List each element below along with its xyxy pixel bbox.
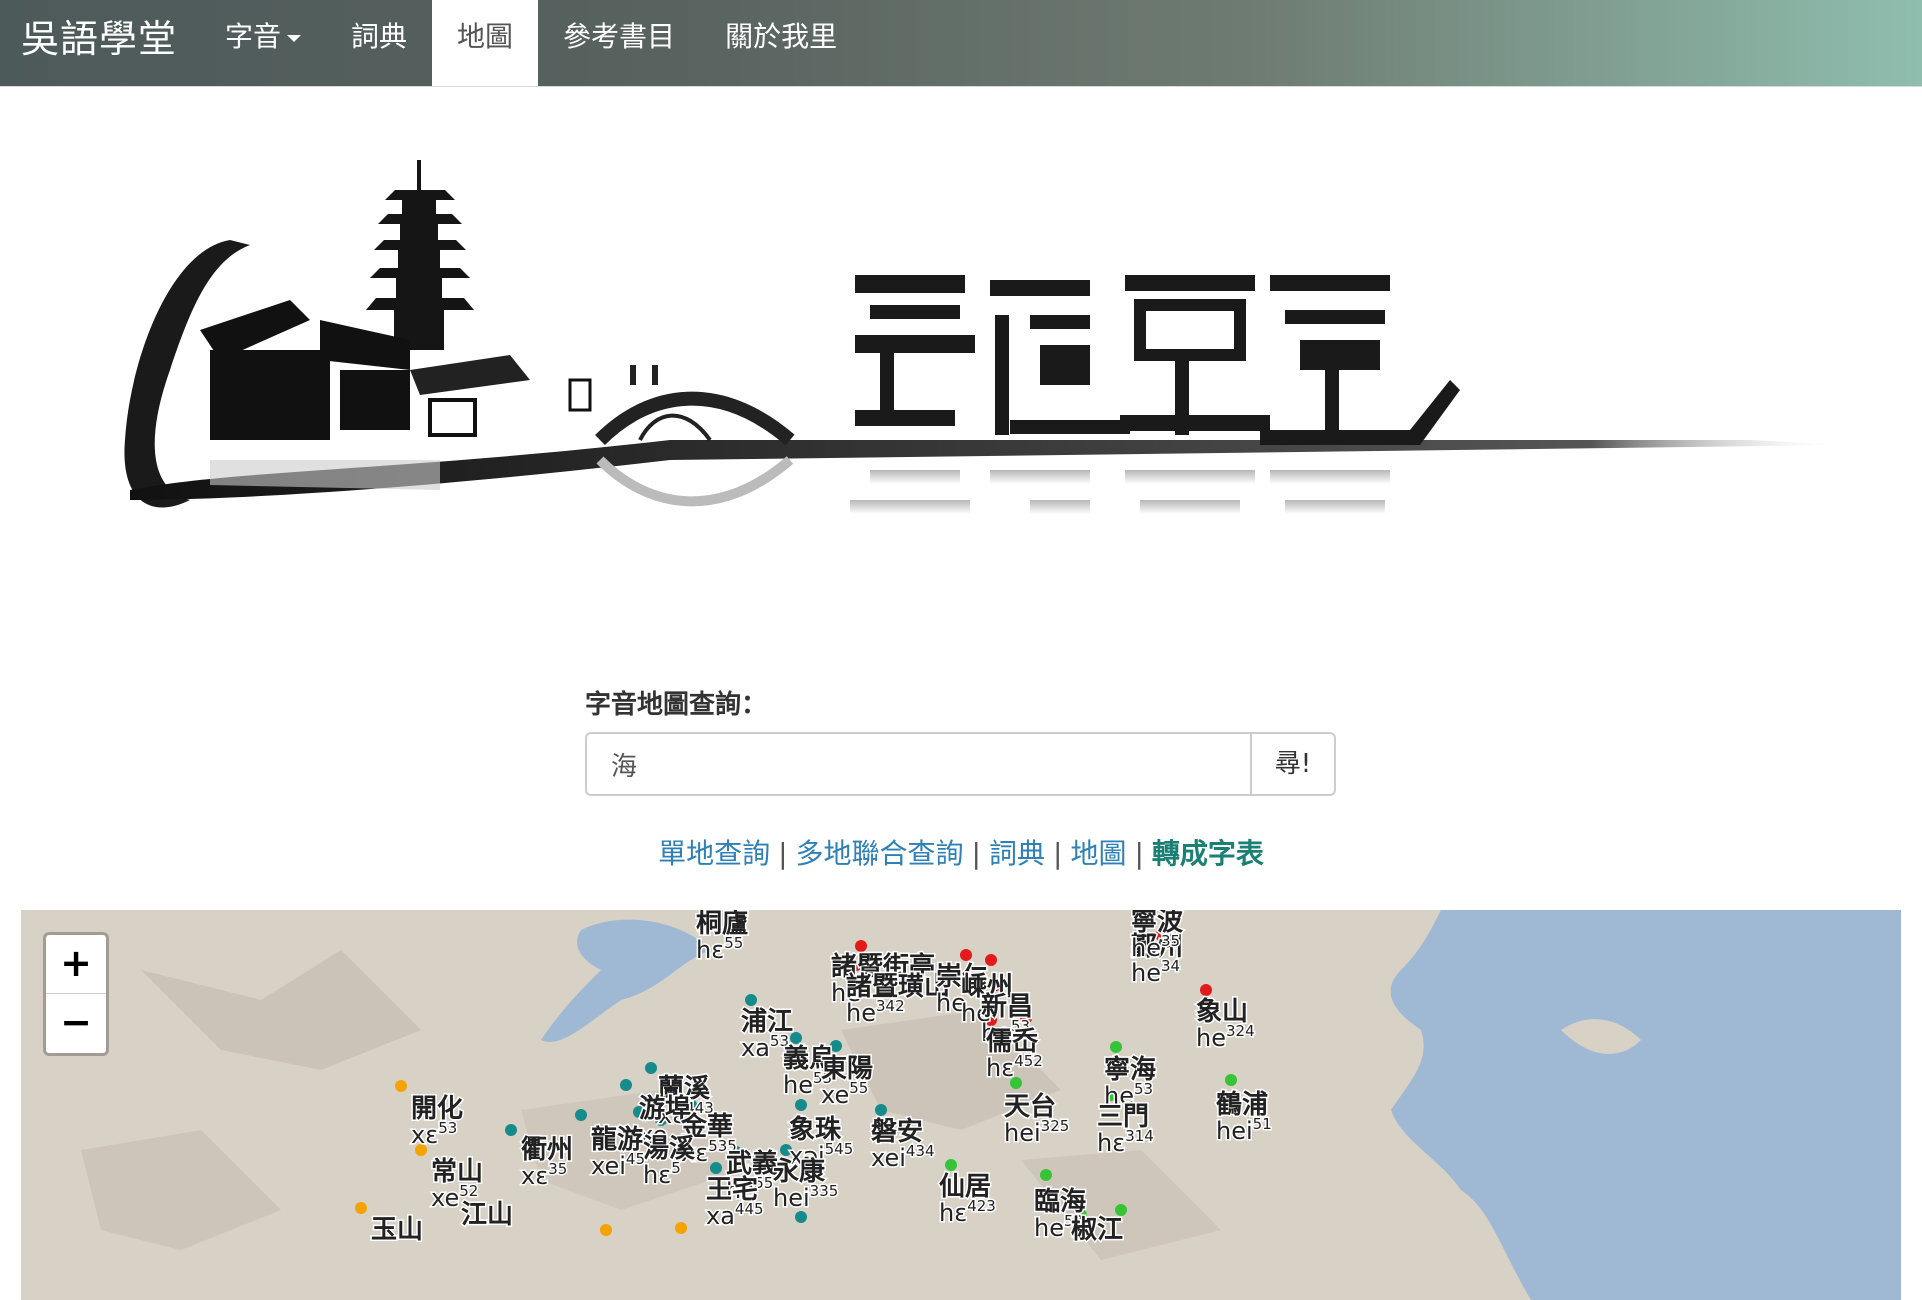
search-button[interactable]: 尋!: [1250, 732, 1336, 796]
location-label: 椒江: [1070, 1214, 1125, 1247]
location-marker[interactable]: [355, 1202, 367, 1214]
location-marker[interactable]: [855, 940, 867, 952]
location-label: 江山: [460, 1199, 515, 1232]
location-marker[interactable]: [1225, 1074, 1237, 1086]
search-input-group: 尋!: [585, 732, 1336, 800]
separator: |: [1134, 837, 1144, 870]
location-marker[interactable]: [795, 1211, 807, 1223]
separator: |: [778, 837, 788, 870]
site-logo-banner: [124, 160, 1850, 514]
location-name: 湯溪: [643, 1134, 696, 1164]
location-name: 江山: [461, 1200, 513, 1230]
link-multi-location[interactable]: 多地聯合查詢: [796, 837, 964, 870]
location-marker[interactable]: [1110, 1041, 1122, 1053]
location-marker[interactable]: [1040, 1169, 1052, 1181]
brand-link[interactable]: 吳語學堂: [21, 0, 177, 86]
location-marker[interactable]: [795, 1099, 807, 1111]
search-label: 字音地圖查詢：: [585, 690, 768, 720]
location-marker[interactable]: [945, 1159, 957, 1171]
location-marker[interactable]: [600, 1224, 612, 1236]
location-marker[interactable]: [875, 1104, 887, 1116]
location-name: 椒江: [1071, 1215, 1123, 1245]
dialect-map[interactable]: 桐廬 hɛ55 諸暨街亭 he 諸暨璜山 he342 崇仁 he 嵊州 he 新昌 he53 儒岙 hɛ4…: [21, 910, 1901, 1300]
location-marker[interactable]: [505, 1124, 517, 1136]
link-single-location[interactable]: 單地查詢: [658, 837, 770, 870]
separator: |: [1053, 837, 1063, 870]
location-marker[interactable]: [960, 949, 972, 961]
location-marker[interactable]: [620, 1079, 632, 1091]
separator: |: [971, 837, 981, 870]
zoom-control: + −: [43, 932, 109, 1056]
location-marker[interactable]: [675, 1222, 687, 1234]
nav-item-label: 字音: [225, 20, 282, 53]
nav-item-map[interactable]: 地圖: [432, 0, 539, 86]
caret-down-icon: [287, 34, 302, 42]
nav-item-dictionary[interactable]: 詞典: [326, 0, 432, 86]
map-canvas[interactable]: 桐廬hɛ55諸暨街亭he諸暨璜山he342崇仁he嵊州he新昌he53儒岙hɛ4…: [21, 910, 1901, 1300]
location-label: 玉山: [370, 1214, 425, 1247]
nav-item-bibliography[interactable]: 參考書目: [538, 0, 700, 86]
zoom-out-button[interactable]: −: [46, 993, 106, 1052]
location-marker[interactable]: [645, 1062, 657, 1074]
navbar: 吳語學堂 字音 詞典 地圖 參考書目 關於我里: [0, 0, 1922, 87]
link-dictionary[interactable]: 詞典: [989, 837, 1045, 870]
location-marker[interactable]: [395, 1080, 407, 1092]
zoom-in-button[interactable]: +: [46, 935, 106, 993]
location-marker[interactable]: [745, 994, 757, 1006]
nav-item-about[interactable]: 關於我里: [700, 0, 862, 86]
location-marker[interactable]: [1200, 984, 1212, 996]
location-name: 玉山: [371, 1215, 423, 1245]
link-map[interactable]: 地圖: [1070, 837, 1126, 870]
location-marker[interactable]: [575, 1109, 587, 1121]
nav-menu: 字音 詞典 地圖 參考書目 關於我里: [200, 0, 862, 86]
link-convert-to-table[interactable]: 轉成字表: [1152, 837, 1264, 870]
search-input[interactable]: [585, 732, 1250, 796]
query-links: 單地查詢 | 多地聯合查詢 | 詞典 | 地圖 | 轉成字表: [0, 832, 1922, 872]
nav-item-pronunciation[interactable]: 字音: [200, 0, 326, 86]
location-marker[interactable]: [710, 1162, 722, 1174]
